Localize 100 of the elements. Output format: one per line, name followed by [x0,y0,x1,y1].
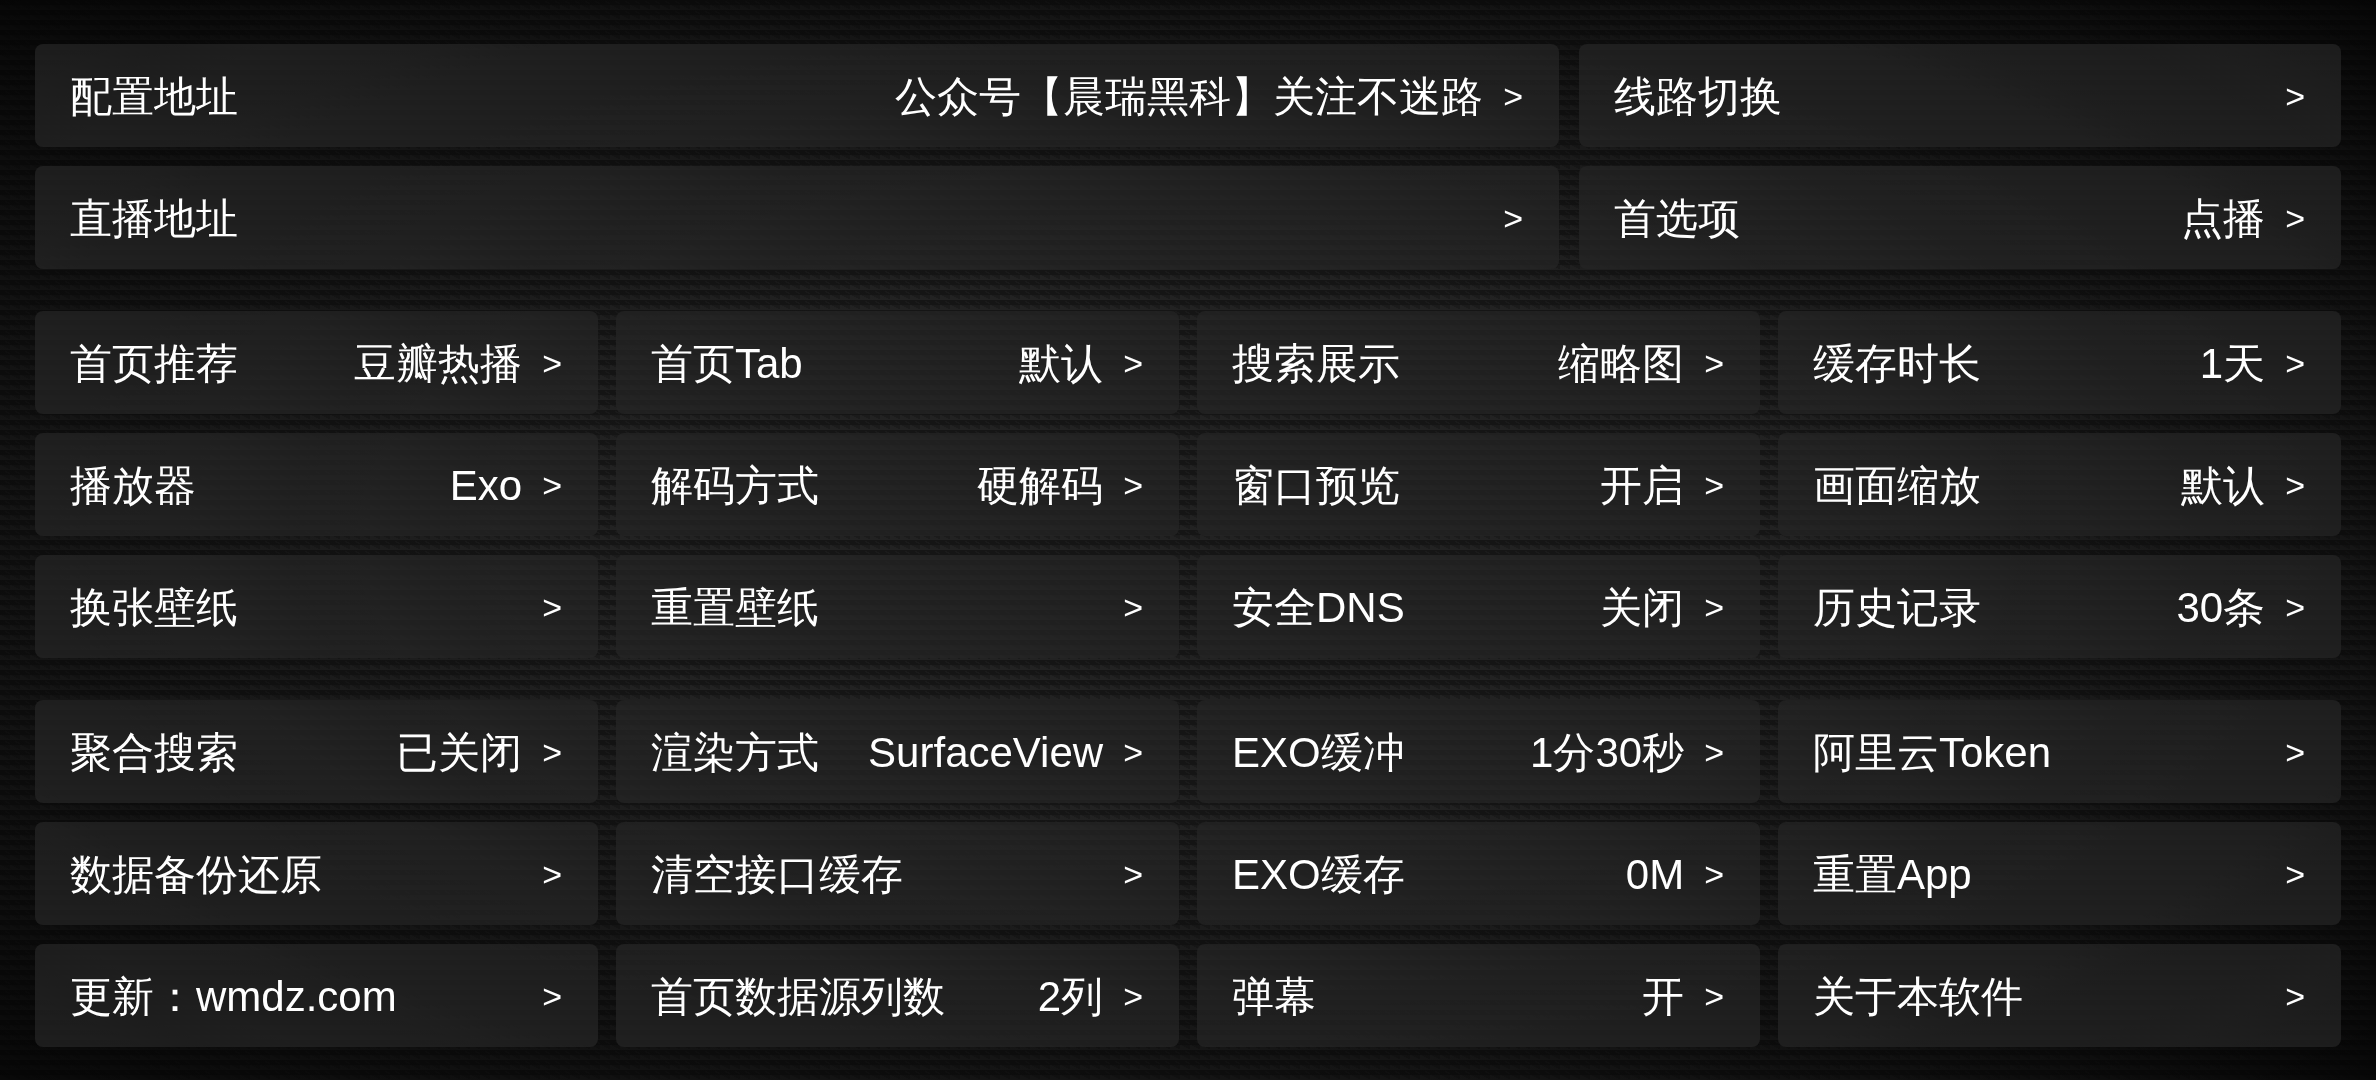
chevron-icon: > [1123,733,1143,772]
settings-row[interactable]: 聚合搜索 已关闭 > [35,700,598,803]
setting-label: EXO缓存 [1232,849,1405,900]
setting-value: 2列 [1037,971,1104,1022]
setting-value: 豆瓣热播 [354,338,523,389]
settings-row[interactable]: 线路切换 > [1579,44,2341,147]
chevron-icon: > [1704,733,1724,772]
setting-label: 阿里云Token [1813,727,2052,778]
setting-value: 点播 [2181,193,2266,244]
setting-label: 缓存时长 [1813,338,1981,389]
setting-label: 搜索展示 [1232,338,1400,389]
setting-value: 开 [1642,971,1685,1022]
setting-label: 播放器 [70,460,196,511]
settings-row[interactable]: 重置App > [1778,822,2341,925]
settings-row[interactable]: 换张壁纸 > [35,555,598,658]
setting-label: EXO缓冲 [1232,727,1405,778]
chevron-icon: > [542,466,562,505]
setting-label: 首页推荐 [70,338,238,389]
chevron-icon: > [1704,588,1724,627]
settings-row[interactable]: 阿里云Token > [1778,700,2341,803]
setting-value: Exo [449,461,523,510]
setting-label: 窗口预览 [1232,460,1400,511]
setting-label: 数据备份还原 [70,849,322,900]
setting-label: 配置地址 [70,71,238,122]
setting-label: 首页数据源列数 [651,971,945,1022]
setting-label: 画面缩放 [1813,460,1981,511]
settings-row[interactable]: 搜索展示 缩略图 > [1197,311,1760,414]
setting-value: 默认 [1019,338,1104,389]
setting-label: 首选项 [1614,193,1740,244]
settings-row[interactable]: EXO缓存 0M > [1197,822,1760,925]
chevron-icon: > [2285,199,2305,238]
setting-value: 已关闭 [396,727,523,778]
setting-label: 重置壁纸 [651,582,819,633]
settings-row[interactable]: 解码方式 硬解码 > [616,433,1179,536]
chevron-icon: > [542,733,562,772]
settings-row[interactable]: 首页推荐 豆瓣热播 > [35,311,598,414]
settings-row[interactable]: 首选项 点播 > [1579,166,2341,269]
settings-row[interactable]: 配置地址 公众号【晨瑞黑科】关注不迷路 > [35,44,1559,147]
settings-row[interactable]: 关于本软件 > [1778,944,2341,1047]
chevron-icon: > [542,855,562,894]
chevron-icon: > [2285,344,2305,383]
settings-row[interactable]: 弹幕 开 > [1197,944,1760,1047]
chevron-icon: > [1503,199,1523,238]
chevron-icon: > [2285,588,2305,627]
chevron-icon: > [1704,466,1724,505]
settings-row[interactable]: 缓存时长 1天 > [1778,311,2341,414]
chevron-icon: > [2285,466,2305,505]
chevron-icon: > [1704,855,1724,894]
setting-value: 1天 [2199,338,2266,389]
settings-row[interactable]: 更新：wmdz.com > [35,944,598,1047]
settings-row[interactable]: 清空接口缓存 > [616,822,1179,925]
settings-row[interactable]: 数据备份还原 > [35,822,598,925]
setting-label: 换张壁纸 [70,582,238,633]
setting-label: 聚合搜索 [70,727,238,778]
chevron-icon: > [542,977,562,1016]
chevron-icon: > [1503,77,1523,116]
setting-value: 公众号【晨瑞黑科】关注不迷路 [895,71,1484,122]
chevron-icon: > [542,344,562,383]
settings-row[interactable]: 历史记录 30条 > [1778,555,2341,658]
setting-label: 解码方式 [651,460,819,511]
settings-row[interactable]: 重置壁纸 > [616,555,1179,658]
setting-label: 首页Tab [651,338,803,389]
setting-value: SurfaceView [868,728,1104,777]
chevron-icon: > [1123,977,1143,1016]
setting-value: 缩略图 [1558,338,1685,389]
settings-row[interactable]: 安全DNS 关闭 > [1197,555,1760,658]
chevron-icon: > [2285,855,2305,894]
setting-label: 直播地址 [70,193,238,244]
chevron-icon: > [2285,77,2305,116]
settings-row[interactable]: 画面缩放 默认 > [1778,433,2341,536]
setting-value: 关闭 [1600,582,1685,633]
chevron-icon: > [1123,588,1143,627]
setting-value: 开启 [1600,460,1685,511]
chevron-icon: > [1704,977,1724,1016]
setting-value: 0M [1625,850,1685,899]
chevron-icon: > [1123,344,1143,383]
setting-value: 1分30秒 [1530,727,1685,778]
setting-label: 渲染方式 [651,727,819,778]
chevron-icon: > [2285,977,2305,1016]
setting-label: 清空接口缓存 [651,849,903,900]
setting-label: 弹幕 [1232,971,1316,1022]
settings-row[interactable]: 首页数据源列数 2列 > [616,944,1179,1047]
chevron-icon: > [1704,344,1724,383]
setting-value: 30条 [2176,582,2266,633]
settings-row[interactable]: 直播地址 > [35,166,1559,269]
setting-label: 关于本软件 [1813,971,2023,1022]
setting-label: 安全DNS [1232,582,1405,633]
setting-value: 硬解码 [977,460,1104,511]
settings-row[interactable]: 播放器 Exo > [35,433,598,536]
setting-label: 线路切换 [1614,71,1782,122]
setting-label: 重置App [1813,849,1972,900]
settings-row[interactable]: EXO缓冲 1分30秒 > [1197,700,1760,803]
settings-row[interactable]: 窗口预览 开启 > [1197,433,1760,536]
chevron-icon: > [542,588,562,627]
chevron-icon: > [1123,855,1143,894]
settings-row[interactable]: 首页Tab 默认 > [616,311,1179,414]
setting-label: 历史记录 [1813,582,1981,633]
chevron-icon: > [2285,733,2305,772]
settings-row[interactable]: 渲染方式 SurfaceView > [616,700,1179,803]
setting-label: 更新：wmdz.com [70,971,397,1022]
